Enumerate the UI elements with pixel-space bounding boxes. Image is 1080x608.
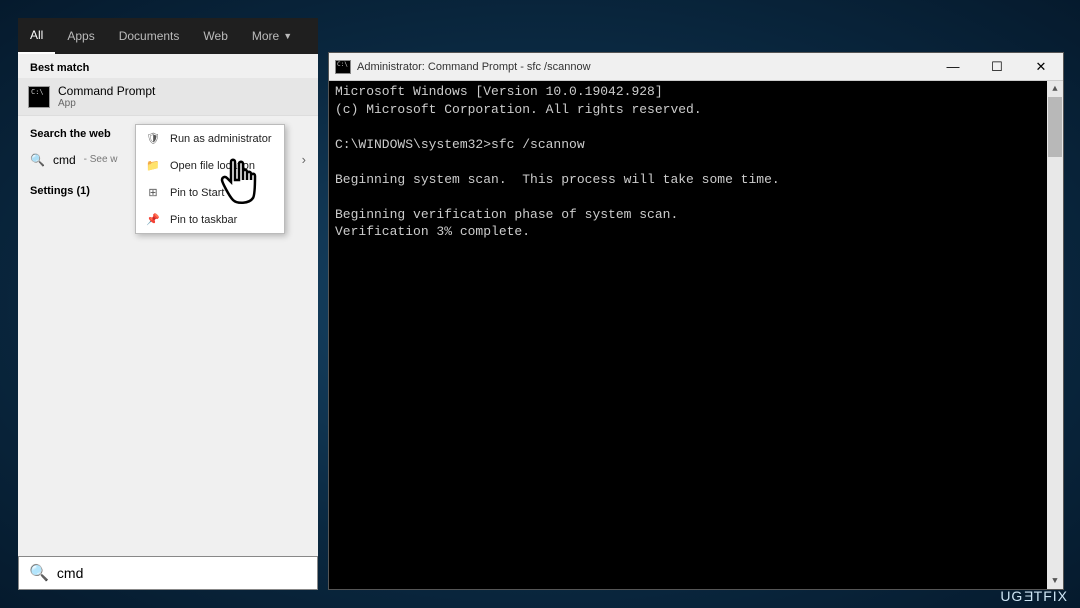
cmd-window-icon	[335, 60, 351, 74]
window-controls: — ☐ ✕	[931, 53, 1063, 81]
cmd-window: Administrator: Command Prompt - sfc /sca…	[328, 52, 1064, 590]
cmd-line: C:\WINDOWS\system32>sfc /scannow	[335, 137, 585, 152]
search-box[interactable]: 🔍	[18, 556, 318, 590]
scroll-up-arrow[interactable]: ▲	[1047, 81, 1063, 97]
tab-all[interactable]: All	[18, 18, 55, 54]
tab-more-label: More	[252, 29, 279, 43]
search-tabs: All Apps Documents Web More ▼	[18, 18, 318, 54]
context-menu: 🛡 Run as administrator 📁 Open file locat…	[135, 124, 285, 234]
context-label: Pin to taskbar	[170, 214, 237, 226]
scroll-down-arrow[interactable]: ▼	[1047, 573, 1063, 589]
pin-icon: ⊞	[146, 186, 160, 199]
cmd-app-icon	[28, 86, 50, 108]
cmd-line: (c) Microsoft Corporation. All rights re…	[335, 102, 702, 117]
context-label: Open file location	[170, 160, 255, 172]
tab-web[interactable]: Web	[191, 18, 239, 54]
best-match-header: Best match	[18, 54, 318, 78]
pin-taskbar-icon: 📌	[146, 213, 160, 226]
scrollbar[interactable]: ▲ ▼	[1047, 81, 1063, 589]
search-icon: 🔍	[30, 153, 45, 167]
context-label: Run as administrator	[170, 133, 272, 145]
admin-icon: 🛡	[146, 132, 160, 145]
chevron-right-icon: ›	[302, 152, 306, 167]
watermark: UGETFIX	[1000, 588, 1068, 604]
search-icon: 🔍	[29, 563, 49, 583]
context-pin-to-start[interactable]: ⊞ Pin to Start	[136, 179, 284, 206]
chevron-down-icon: ▼	[283, 31, 292, 41]
maximize-button[interactable]: ☐	[975, 53, 1019, 81]
web-query-sub: - See w	[84, 154, 118, 165]
search-input[interactable]	[57, 565, 307, 581]
cmd-terminal-body[interactable]: Microsoft Windows [Version 10.0.19042.92…	[329, 81, 1063, 589]
result-text: Command Prompt App	[58, 84, 155, 109]
cmd-line: Beginning system scan. This process will…	[335, 172, 780, 187]
tab-documents[interactable]: Documents	[107, 18, 192, 54]
cmd-line: Verification 3% complete.	[335, 224, 530, 239]
scroll-thumb[interactable]	[1048, 97, 1062, 157]
tab-more[interactable]: More ▼	[240, 18, 304, 54]
search-panel: All Apps Documents Web More ▼ Best match…	[18, 18, 318, 590]
context-run-as-admin[interactable]: 🛡 Run as administrator	[136, 125, 284, 152]
result-sub: App	[58, 98, 155, 109]
cmd-titlebar[interactable]: Administrator: Command Prompt - sfc /sca…	[329, 53, 1063, 81]
context-pin-to-taskbar[interactable]: 📌 Pin to taskbar	[136, 206, 284, 233]
context-open-file-location[interactable]: 📁 Open file location	[136, 152, 284, 179]
tab-apps[interactable]: Apps	[55, 18, 106, 54]
cmd-line: Microsoft Windows [Version 10.0.19042.92…	[335, 84, 663, 99]
cmd-line: Beginning verification phase of system s…	[335, 207, 678, 222]
folder-icon: 📁	[146, 159, 160, 172]
close-button[interactable]: ✕	[1019, 53, 1063, 81]
minimize-button[interactable]: —	[931, 53, 975, 81]
result-title: Command Prompt	[58, 84, 155, 98]
web-query: cmd	[53, 153, 76, 167]
context-label: Pin to Start	[170, 187, 224, 199]
cmd-window-title: Administrator: Command Prompt - sfc /sca…	[357, 61, 931, 73]
result-command-prompt[interactable]: Command Prompt App	[18, 78, 318, 116]
